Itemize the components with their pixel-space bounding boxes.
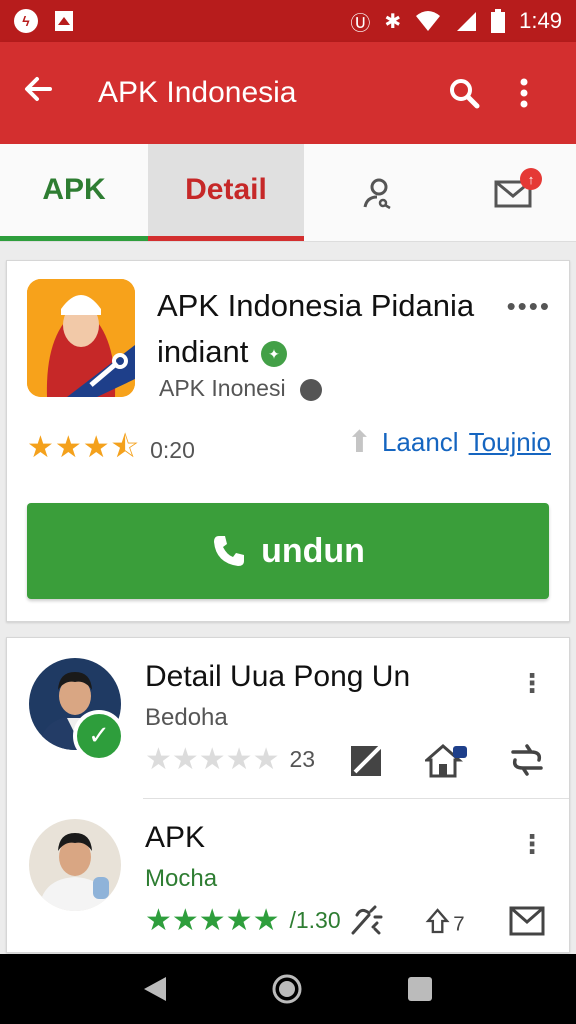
item-actions: 7: [345, 899, 549, 943]
item-subtitle: Mocha: [145, 865, 218, 892]
tab-user-search[interactable]: [304, 144, 450, 241]
vpn-icon: Ⓤ: [350, 10, 371, 35]
status-bar-left: ϟ: [14, 9, 76, 33]
verified-icon: ✦: [260, 340, 287, 367]
mail-button[interactable]: [505, 899, 549, 943]
item-title: Detail Uua Pong Un: [145, 660, 411, 693]
rating-text: 0:20: [150, 437, 195, 463]
item-count: 23: [289, 746, 316, 772]
bluetooth-icon: ✱: [384, 9, 402, 33]
home-button[interactable]: [425, 738, 469, 782]
launch-link-text: Toujnio: [468, 427, 551, 457]
item-rating-row: ★★★★★ /1.30: [145, 903, 341, 938]
battery-icon: [491, 9, 506, 33]
app-bar: APK Indonesia: [0, 42, 576, 144]
more-options-button[interactable]: ••••: [507, 291, 551, 322]
back-nav-icon[interactable]: [142, 975, 168, 1003]
app-name-text: APK Indonesia Pidania indiant: [157, 288, 475, 369]
item-menu-button[interactable]: ⋮: [519, 668, 545, 699]
avatar: [29, 819, 121, 911]
globe-icon: [299, 378, 322, 401]
pdf-notification-icon: [55, 11, 73, 31]
star-rating: ★★★⯪: [27, 430, 141, 465]
overflow-menu-icon: [520, 78, 528, 108]
system-nav-bar: [0, 954, 576, 1024]
status-bar: ϟ Ⓤ ✱ 1:49: [0, 0, 576, 42]
related-list: ✓ Detail Uua Pong Un Bedoha ★★★★★ 23 ⋮ A…: [6, 637, 570, 953]
upload-arrow-icon: ⬆: [346, 425, 372, 460]
publisher-name: APK Inonesi: [159, 375, 286, 401]
launch-label: Laancl: [381, 427, 459, 457]
item-title: APK: [145, 821, 206, 854]
share-icon: [511, 744, 543, 776]
magic-icon: [351, 905, 383, 935]
verified-check-icon: ✓: [73, 710, 125, 762]
app-icon: [27, 279, 135, 397]
tab-messages[interactable]: ↑: [450, 144, 576, 241]
star-rating: ★★★★★: [145, 742, 280, 777]
list-item[interactable]: APK Mocha ★★★★★ /1.30 ⋮ 7: [29, 798, 569, 952]
install-label: undun: [261, 531, 365, 570]
clock: 1:49: [519, 8, 562, 33]
item-count: /1.30: [289, 907, 341, 933]
arrow-back-icon: [25, 76, 52, 101]
list-item[interactable]: ✓ Detail Uua Pong Un Bedoha ★★★★★ 23 ⋮: [7, 638, 569, 798]
share-button[interactable]: [505, 738, 549, 782]
notification-badge: ↑: [520, 168, 542, 190]
item-subtitle: Bedoha: [145, 704, 228, 731]
rating-row: ★★★⯪ 0:20: [27, 425, 195, 476]
item-rating-row: ★★★★★ 23: [145, 742, 315, 777]
home-nav-icon[interactable]: [271, 973, 303, 1005]
install-button[interactable]: undun: [27, 503, 549, 599]
tab-apk[interactable]: APK: [0, 144, 148, 241]
upload-icon: 7: [425, 908, 465, 935]
app-detail-card: APK Indonesia Pidania indiant ✦ •••• APK…: [6, 260, 570, 622]
recents-nav-icon[interactable]: [406, 975, 434, 1003]
overflow-menu-button[interactable]: [494, 77, 554, 109]
launch-link[interactable]: ⬆ Laancl Toujnio: [347, 425, 551, 460]
tab-bar: APK Detail ↑: [0, 144, 576, 242]
item-extra: 7: [453, 913, 464, 935]
search-icon: [450, 79, 480, 109]
home-icon: [425, 744, 467, 778]
back-button[interactable]: [22, 73, 72, 114]
phone-icon: [214, 536, 245, 566]
publisher[interactable]: APK Inonesi: [159, 375, 322, 402]
app-notification-icon: ϟ: [14, 9, 38, 33]
tab-detail[interactable]: Detail: [148, 144, 304, 241]
magic-button[interactable]: [345, 899, 389, 943]
page-title: APK Indonesia: [98, 76, 297, 109]
edit-icon: [351, 744, 383, 776]
star-rating: ★★★★★: [145, 903, 280, 938]
status-bar-right: Ⓤ ✱ 1:49: [350, 7, 562, 36]
list-item-content: APK Mocha ★★★★★ /1.30 ⋮ 7: [7, 799, 569, 952]
item-actions: [345, 738, 549, 782]
edit-button[interactable]: [345, 738, 389, 782]
signal-icon: [457, 12, 477, 31]
search-button[interactable]: [434, 77, 494, 109]
mail-icon: [509, 906, 545, 936]
app-name: APK Indonesia Pidania indiant ✦: [157, 283, 507, 375]
wifi-icon: [416, 11, 441, 31]
upload-button[interactable]: 7: [425, 899, 469, 943]
item-menu-button[interactable]: ⋮: [519, 829, 545, 860]
user-search-icon: [363, 178, 391, 209]
